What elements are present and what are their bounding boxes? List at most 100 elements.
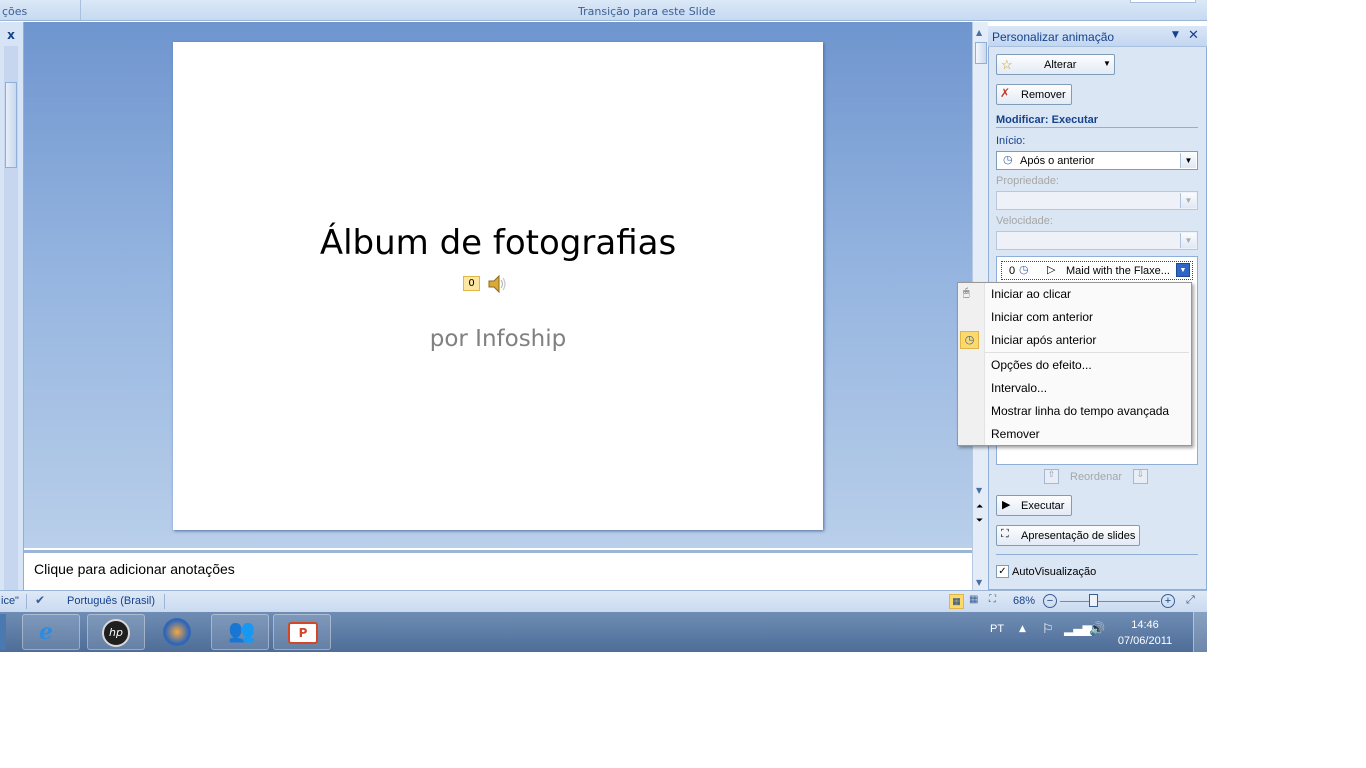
notes-scroll-down-icon[interactable]: ▼ (976, 578, 985, 587)
scroll-down-icon[interactable]: ▼ (976, 486, 985, 495)
chevron-down-icon[interactable]: ▼ (1176, 263, 1190, 277)
menu-item-start-with-previous[interactable]: Iniciar com anterior (991, 310, 1093, 324)
modify-heading: Modificar: Executar (996, 114, 1099, 126)
taskbar-app-3[interactable] (149, 614, 207, 650)
move-down-icon[interactable]: ⇩ (1133, 469, 1148, 484)
action-center-flag-icon[interactable]: ⚐ (1042, 622, 1054, 637)
system-clock[interactable]: 14:46 07/06/2011 (1110, 617, 1180, 649)
divider (164, 594, 165, 609)
slideshow-button-label: Apresentação de slides (1021, 530, 1136, 542)
menu-item-start-after-previous[interactable]: Iniciar após anterior (991, 333, 1096, 347)
move-up-icon[interactable]: ⇧ (1044, 469, 1059, 484)
chevron-down-icon: ▼ (1180, 193, 1196, 208)
divider (26, 594, 27, 609)
close-pane-icon[interactable]: x (2, 28, 20, 42)
animation-order-badge[interactable]: 0 (463, 276, 480, 291)
start-dropdown-value: Após o anterior (1020, 155, 1095, 167)
zoom-in-icon[interactable]: + (1161, 594, 1175, 608)
powerpoint-icon: P (288, 622, 318, 644)
ribbon-field[interactable] (1130, 0, 1196, 3)
taskbar-hp[interactable]: hp (87, 614, 145, 650)
animation-item-index: 0 (1009, 265, 1016, 277)
taskbar-messenger[interactable]: 👥 (211, 614, 269, 650)
taskbar-powerpoint[interactable]: P (273, 614, 331, 650)
autopreview-checkbox[interactable]: ✓ (996, 565, 1009, 578)
menu-item-remove[interactable]: Remover (991, 427, 1040, 441)
menu-separator (985, 352, 1189, 353)
slide-title[interactable]: Álbum de fotografias (173, 223, 823, 263)
volume-icon[interactable]: 🔊 (1089, 622, 1105, 637)
zoom-level[interactable]: 68% (1013, 595, 1035, 607)
pane-options-icon[interactable]: ▼ (1172, 30, 1184, 42)
ribbon-group-left: ções (0, 0, 81, 20)
theme-name[interactable]: ice" (1, 595, 19, 607)
ribbon-group-transition-label: Transição para este Slide (578, 5, 716, 18)
taskbar: e hp 👥 P PT ▲ ⚐ ▂▄▆ 🔊 (0, 612, 1207, 652)
zoom-slider-thumb[interactable] (1089, 594, 1098, 607)
clock-icon: ◷ (1003, 154, 1013, 166)
slide-sorter-icon[interactable]: ▦ (969, 594, 978, 605)
chevron-down-icon: ▼ (1103, 59, 1111, 68)
notes-placeholder[interactable]: Clique para adicionar anotações (34, 561, 235, 577)
menu-item-show-advanced-timeline[interactable]: Mostrar linha do tempo avançada (991, 404, 1169, 418)
ribbon-strip: ções Transição para este Slide (0, 0, 1207, 21)
scroll-up-icon[interactable]: ▲ (976, 28, 985, 37)
divider (996, 554, 1198, 555)
remove-effect-button[interactable]: ✗ Remover (996, 84, 1072, 105)
clock-time: 14:46 (1131, 619, 1159, 631)
start-button-edge[interactable] (0, 614, 6, 650)
property-dropdown: ▼ (996, 191, 1198, 210)
zoom-slider-track[interactable] (1060, 601, 1160, 602)
notes-pane[interactable]: Clique para adicionar anotações (24, 550, 972, 590)
task-pane-title: Personalizar animação (992, 30, 1115, 44)
taskbar-internet-explorer[interactable]: e (22, 614, 80, 650)
fit-to-window-icon[interactable]: ⤢ (1186, 594, 1195, 607)
slideshow-icon: ⛶ (1001, 528, 1009, 540)
show-desktop-button[interactable] (1193, 612, 1207, 652)
menu-item-effect-options[interactable]: Opções do efeito... (991, 358, 1092, 372)
clock-date: 07/06/2011 (1117, 635, 1173, 647)
ribbon-group-left-label: ções (2, 5, 28, 18)
menu-item-timing[interactable]: Intervalo... (991, 381, 1047, 395)
close-icon[interactable]: ✕ (1188, 28, 1202, 43)
clock-icon: ◷ (1019, 264, 1029, 276)
status-bar: ice" ✔ Português (Brasil) ▦ ▦ ⛶ 68% − + … (0, 590, 1207, 612)
slideshow-view-icon[interactable]: ⛶ (989, 594, 996, 605)
show-hidden-icons-icon[interactable]: ▲ (1019, 624, 1026, 634)
divider (996, 127, 1198, 128)
start-dropdown[interactable]: ◷ Após o anterior ▼ (996, 151, 1198, 170)
speed-dropdown: ▼ (996, 231, 1198, 250)
speed-label: Velocidade: (996, 215, 1053, 227)
next-slide-icon[interactable]: ⏷ (976, 516, 986, 528)
menu-item-start-on-click[interactable]: Iniciar ao clicar (991, 287, 1071, 301)
slide-subtitle[interactable]: por Infoship (173, 326, 823, 352)
start-label: Início: (996, 135, 1026, 147)
input-language[interactable]: PT (990, 623, 1004, 635)
mouse-icon: 🖱 (963, 286, 970, 299)
network-icon[interactable]: ▂▄▆ (1064, 622, 1092, 636)
speaker-icon[interactable] (486, 273, 508, 295)
animation-item-name: Maid with the Flaxe... (1066, 265, 1170, 277)
normal-view-icon[interactable]: ▦ (949, 594, 964, 609)
remove-effect-label: Remover (1021, 89, 1066, 101)
spellcheck-icon[interactable]: ✔ (35, 593, 45, 607)
task-pane-header: Personalizar animação ▼ ✕ (988, 26, 1207, 47)
remove-star-icon: ✗ (1000, 86, 1011, 100)
property-label: Propriedade: (996, 175, 1059, 187)
pane-scrollbar[interactable] (4, 46, 18, 606)
scroll-thumb[interactable] (975, 42, 987, 64)
zoom-out-icon[interactable]: − (1043, 594, 1057, 608)
reorder-label: Reordenar (1070, 471, 1122, 483)
language-status[interactable]: Português (Brasil) (67, 595, 155, 607)
previous-slide-icon[interactable]: ⏶ (976, 502, 986, 514)
scroll-thumb[interactable] (5, 82, 17, 168)
slideshow-button[interactable]: ⛶ Apresentação de slides (996, 525, 1140, 546)
clock-icon: ◷ (960, 331, 979, 349)
animation-list-item[interactable]: 0 ◷ ▷ Maid with the Flaxe... ▼ (1001, 261, 1193, 280)
chevron-down-icon[interactable]: ▼ (1180, 153, 1196, 168)
change-effect-button[interactable]: ☆ Alterar ▼ (996, 54, 1115, 75)
autopreview-label: AutoVisualização (1012, 566, 1097, 578)
play-button[interactable]: ▶ Executar (996, 495, 1072, 516)
play-icon: ▶ (1002, 499, 1011, 511)
change-effect-label: Alterar (1044, 59, 1077, 71)
